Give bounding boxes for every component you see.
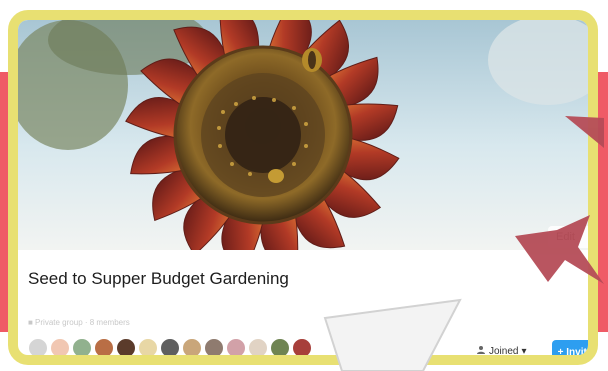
joined-label: Joined (489, 345, 519, 357)
avatar (72, 338, 92, 355)
avatar (270, 338, 290, 355)
group-meta: ■ Private group · 8 members (28, 318, 130, 327)
group-title: Seed to Supper Budget Gardening (28, 269, 289, 288)
avatar (94, 338, 114, 355)
avatar (28, 338, 48, 355)
sunflower-photo (18, 20, 588, 250)
avatar (116, 338, 136, 355)
member-avatars (28, 338, 314, 355)
invite-button[interactable]: + Invite (552, 340, 593, 358)
bee-icon (268, 169, 284, 183)
avatar (248, 338, 268, 355)
avatar (160, 338, 180, 355)
invite-label: + Invite (557, 346, 593, 358)
avatar (138, 338, 158, 355)
edit-cover-button[interactable]: Edit (548, 226, 588, 248)
bee-icon (302, 48, 322, 72)
avatar (292, 338, 312, 355)
joined-button[interactable]: Joined ▾ (476, 340, 538, 357)
cover-photo: Edit (18, 20, 588, 250)
avatar (50, 338, 70, 355)
avatar (204, 338, 224, 355)
avatar (226, 338, 246, 355)
facebook-group-card: Edit Seed to Supper Budget Gardening ■ P… (8, 10, 598, 365)
person-icon (476, 345, 486, 356)
avatar (182, 338, 202, 355)
chevron-down-icon: ▾ (521, 345, 527, 357)
